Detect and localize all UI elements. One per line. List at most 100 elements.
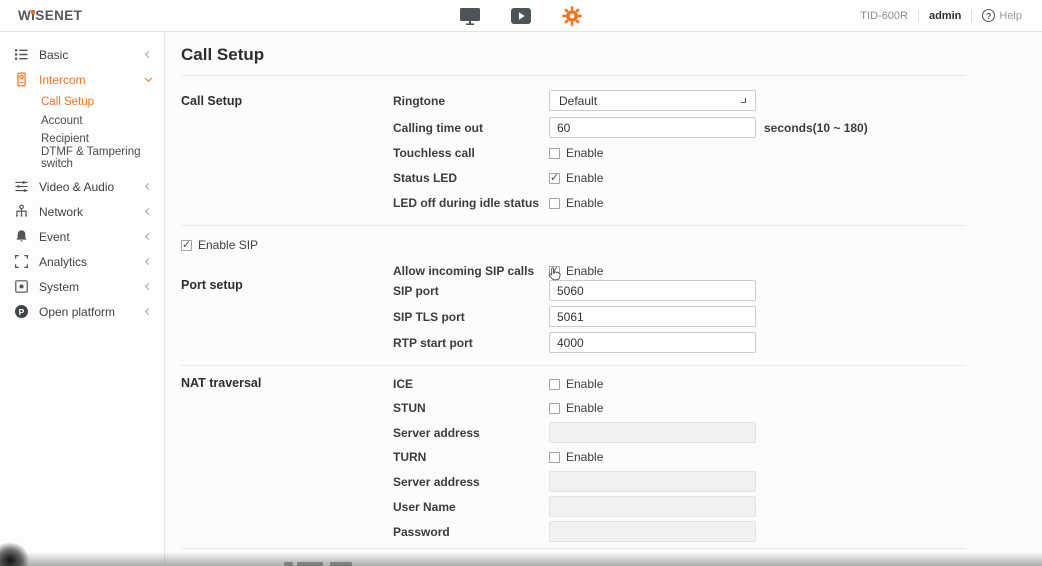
ringtone-selected-value: Default [559,93,598,108]
chevron-left-icon [144,307,153,316]
sidebar-item-intercom[interactable]: Intercom [0,67,164,92]
turn-checkbox[interactable]: Enable [549,450,603,464]
checkbox-checked-icon [181,238,192,251]
sidebar-item-label: Network [39,204,84,219]
stun-server-address-row: Server address [393,422,966,443]
checkbox-label: Enable [566,450,604,464]
wisenet-logo-text: WISENET [18,8,83,23]
ringtone-row: Ringtone Default [393,90,966,111]
checkbox-icon [549,147,560,159]
sidebar-item-call-setup[interactable]: Call Setup [0,93,164,112]
sliders-icon [14,179,29,194]
chevron-left-icon [144,182,153,191]
calling-timeout-suffix: seconds(10 ~ 180) [764,120,868,135]
sip-tls-port-row: SIP TLS port [393,306,966,327]
calling-timeout-row: Calling time out seconds(10 ~ 180) [393,117,966,138]
sidebar-item-event[interactable]: Event [0,224,164,249]
calling-timeout-input[interactable] [549,117,756,138]
checkbox-checked-icon [549,264,560,277]
sidebar-item-label: Open platform [39,304,116,319]
field-label: ICE [393,377,414,391]
checkbox-label: Enable [566,377,604,391]
intercom-submenu: Call Setup Account Recipient DTMF & Tamp… [0,93,164,170]
field-label: Ringtone [393,93,445,108]
frame-icon [14,254,29,269]
page-title: Call Setup [181,45,265,64]
touchless-call-row: Touchless call Enable [393,143,966,163]
sidebar-item-label: Video & Audio [39,179,115,194]
section-label: Call Setup [181,94,243,108]
field-label: RTP start port [393,335,473,350]
sip-tls-port-input[interactable] [549,306,756,327]
stun-server-address-input [549,422,756,443]
checkbox-icon [549,197,560,209]
allow-incoming-sip-row: Allow incoming SIP calls Enable [393,262,966,280]
playback-tab-button[interactable] [510,7,532,25]
sidebar-item-system[interactable]: System [0,274,164,299]
sidebar-item-analytics[interactable]: Analytics [0,249,164,274]
sidebar-subitem-label: DTMF & Tampering switch [41,145,141,170]
chevron-left-icon [144,282,153,291]
sidebar-item-label: Event [39,229,70,244]
help-label: Help [999,9,1022,22]
enable-sip-row: Enable SIP [181,235,966,255]
header-separator [917,9,919,22]
sidebar-item-label: System [39,279,80,294]
intercom-icon [14,72,29,87]
chevron-left-icon [144,207,153,216]
field-label: SIP port [393,283,439,298]
chevron-left-icon [144,50,153,59]
turn-row: TURN Enable [393,447,966,467]
ringtone-select[interactable]: Default [549,90,756,111]
sidebar-item-open-platform[interactable]: P Open platform [0,299,164,324]
stun-checkbox[interactable]: Enable [549,401,603,415]
section-label: NAT traversal [181,376,262,390]
help-button[interactable]: ? Help [982,9,1022,22]
user-name-row: User Name [393,496,966,517]
sidebar-item-basic[interactable]: Basic [0,42,164,67]
monitor-tab-button[interactable] [459,6,481,26]
led-off-idle-checkbox[interactable]: Enable [549,196,603,210]
settings-tab-button[interactable] [561,5,583,27]
chevron-left-icon [144,257,153,266]
password-input [549,521,756,542]
user-name-input [549,496,756,517]
field-label: Password [393,524,450,539]
field-label: Touchless call [393,146,475,160]
field-label: User Name [393,499,456,514]
allow-incoming-sip-checkbox[interactable]: Enable [549,264,603,278]
chevron-down-icon [741,98,746,103]
turn-server-address-input [549,471,756,492]
sip-port-row: SIP port [393,280,966,301]
system-gear-icon [14,279,29,294]
checkbox-icon [549,451,560,463]
sidebar-item-label: Analytics [39,254,88,269]
field-label: STUN [393,401,426,415]
sidebar-item-video-audio[interactable]: Video & Audio [0,174,164,199]
sidebar-item-account[interactable]: Account [0,112,164,131]
bell-icon [14,229,29,244]
enable-sip-checkbox[interactable]: Enable SIP [181,238,258,252]
field-label: TURN [393,450,427,464]
ice-checkbox[interactable]: Enable [549,377,603,391]
open-platform-icon: P [14,304,29,319]
sip-port-input[interactable] [549,280,756,301]
header-nav-icons [459,0,583,32]
checkbox-checked-icon [549,171,560,184]
field-label: Calling time out [393,120,483,135]
status-led-checkbox[interactable]: Enable [549,171,603,185]
rtp-start-port-input[interactable] [549,332,756,353]
touchless-call-checkbox[interactable]: Enable [549,146,603,160]
divider [181,225,966,226]
playback-icon [511,8,531,24]
field-label: Allow incoming SIP calls [393,264,535,278]
checkbox-label: Enable [566,196,604,210]
sidebar-item-dtmf-tampering[interactable]: DTMF & Tampering switch [0,145,164,170]
sidebar-item-network[interactable]: Network [0,199,164,224]
checkbox-label: Enable SIP [198,238,259,252]
sidebar-item-label: Intercom [39,72,86,87]
field-label: Status LED [393,171,458,185]
call-setup-section: Call Setup Ringtone Default Calling time… [181,76,966,225]
username[interactable]: admin [929,10,961,22]
wisenet-admin-app: WISENET TID-600R admin ? Help Basic Inte… [0,0,1042,566]
